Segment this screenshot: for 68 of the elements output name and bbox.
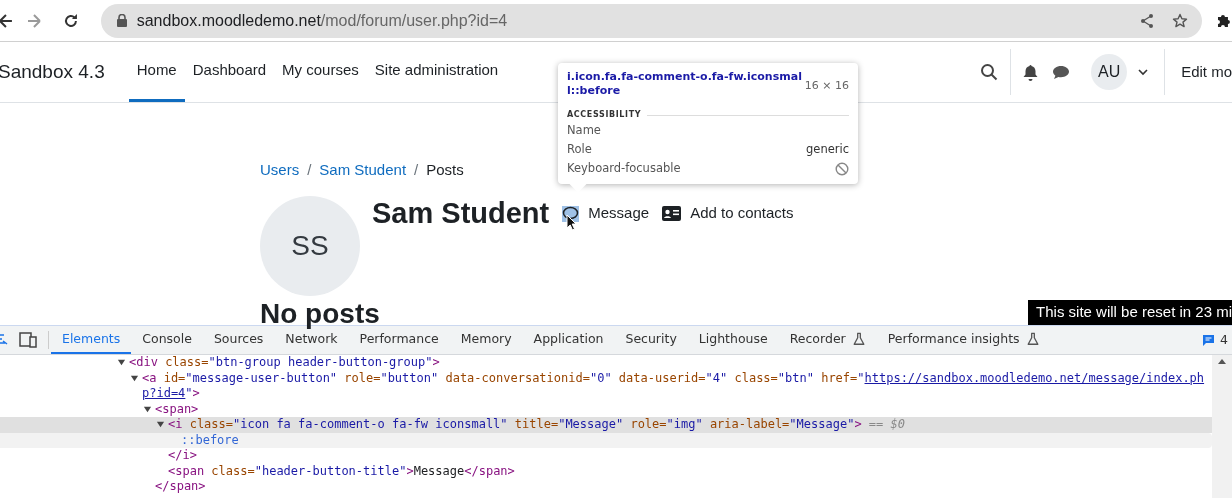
expand-arrow-icon[interactable] <box>130 373 139 383</box>
devtools-tab[interactable]: Elements <box>51 326 132 354</box>
devtools-tab[interactable]: Lighthouse <box>687 326 779 354</box>
issues-counter[interactable]: 4 <box>1202 326 1232 354</box>
expand-arrow-icon[interactable] <box>156 420 165 430</box>
chevron-down-icon[interactable] <box>1138 68 1149 76</box>
profile-name: Sam Student <box>372 195 550 231</box>
code-link[interactable]: https://sandbox.moodledemo.net/message/index.ph <box>864 370 1205 385</box>
url-text: sandbox.moodledemo.net/mod/forum/user.php?id=4 <box>136 10 508 31</box>
puzzle-icon[interactable] <box>1216 12 1232 29</box>
code-line: </span> <box>155 479 206 495</box>
element-size: 16 × 16 <box>804 78 849 94</box>
back-icon[interactable] <box>0 12 14 29</box>
flask-icon <box>851 332 866 346</box>
element-selector: i.icon.fa.fa-comment-o.fa-fw.iconsmal <box>567 70 802 84</box>
devtools-tab[interactable]: Performance insights <box>876 326 1051 354</box>
expand-arrow-icon[interactable] <box>143 404 152 414</box>
code-link[interactable]: p?id=4 <box>142 386 186 401</box>
share-icon[interactable] <box>1140 12 1155 29</box>
edit-mode-label: Edit mo <box>1181 61 1232 82</box>
bell-icon[interactable] <box>1023 63 1039 81</box>
scroll-up-icon[interactable] <box>1218 359 1226 364</box>
devtools-tab[interactable]: Security <box>614 326 688 354</box>
code-line: ::before <box>181 432 239 448</box>
property-label: Name <box>567 121 601 139</box>
nav-link[interactable]: Site administration <box>366 42 507 102</box>
breadcrumb-separator: / <box>307 160 312 180</box>
search-icon[interactable] <box>980 63 999 81</box>
nav-link[interactable]: Home <box>128 42 185 102</box>
device-toolbar-icon[interactable] <box>19 332 37 348</box>
property-label: Role <box>567 140 592 158</box>
devtools-tab[interactable]: Memory <box>449 326 523 354</box>
flask-icon <box>1025 332 1040 346</box>
devtools-tab[interactable]: Console <box>131 326 203 354</box>
code-line: <div class="btn-group header-button-group"> <box>129 355 440 371</box>
section-title: ACCESSIBILITY <box>567 109 642 121</box>
profile-avatar: SS <box>260 195 360 296</box>
devtools-tab[interactable]: Application <box>522 326 615 354</box>
address-bar[interactable]: sandbox.moodledemo.net/mod/forum/user.php?id=4 <box>100 3 1203 38</box>
chat-icon[interactable] <box>1052 64 1071 80</box>
property-label: Keyboard-focusable <box>567 159 681 177</box>
scrollbar[interactable] <box>1212 355 1232 498</box>
code-line: <a id="message-user-button" role="button" data-conversationid="0" data-userid="4" class="btn" href="https://sandbox.moodledemo.net/message/index.ph <box>142 370 1205 386</box>
breadcrumb-link[interactable]: Sam Student <box>319 159 407 182</box>
expand-arrow-icon[interactable] <box>117 358 126 368</box>
breadcrumb-current: Posts <box>426 160 464 180</box>
nav-link[interactable]: Dashboard <box>184 42 275 102</box>
property-value: generic <box>806 140 849 158</box>
code-line: </i> <box>168 448 197 464</box>
reload-icon[interactable] <box>62 12 79 29</box>
selected-row[interactable]: <i class="icon fa fa-comment-o fa-fw iconsmall" title="Message" role="img" aria-label="Message"> == $0 <box>0 417 1212 433</box>
lock-icon <box>116 14 127 27</box>
breadcrumb-link[interactable]: Users <box>260 159 300 182</box>
add-contact-button[interactable]: Add to contacts <box>662 202 794 225</box>
breadcrumb-separator: / <box>414 160 419 180</box>
code-line: <span class="header-button-title">Message</span> <box>168 463 515 479</box>
nav-link[interactable]: My courses <box>274 42 367 102</box>
message-button[interactable]: Message <box>562 202 650 225</box>
element-selector: l::before <box>567 84 622 98</box>
code-line: p?id=4"> <box>142 386 200 402</box>
devtools-tab[interactable]: Recorder <box>778 326 877 354</box>
user-avatar[interactable]: AU <box>1091 54 1128 90</box>
message-icon <box>1202 333 1216 347</box>
inspect-icon[interactable] <box>0 332 8 348</box>
code-line: <i class="icon fa fa-comment-o fa-fw iconsmall" title="Message" role="img" aria-label="Message"> == $0 <box>168 417 905 433</box>
star-icon[interactable] <box>1172 12 1189 29</box>
reset-notice: This site will be reset in 23 mi <box>1028 300 1232 325</box>
code-line: <span> <box>155 401 199 417</box>
